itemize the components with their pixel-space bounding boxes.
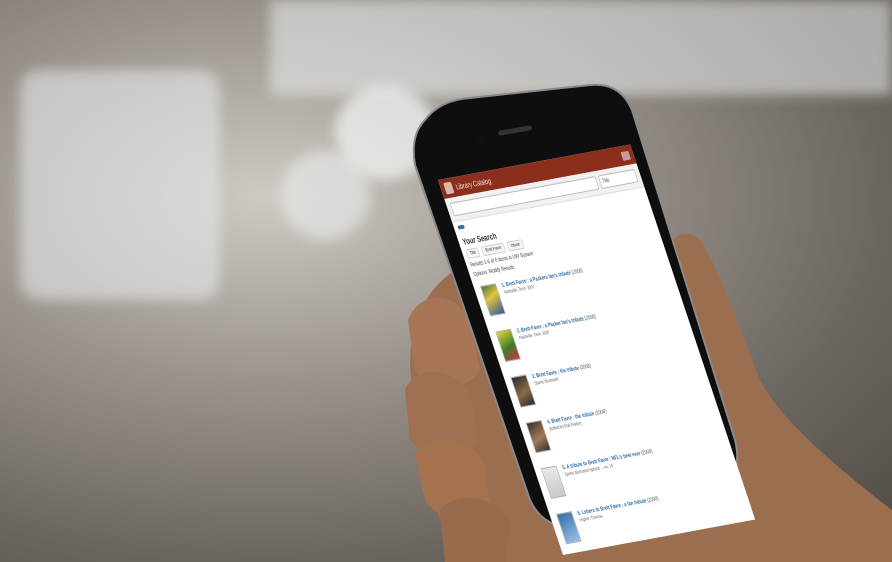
item-year: (2008) (646, 496, 660, 504)
item-year: (2008) (570, 268, 584, 277)
item-year: (2008) (579, 363, 593, 372)
search-tag[interactable]: Title (465, 247, 481, 260)
app-title: Library Catalog (454, 176, 493, 192)
library-logo-icon (443, 181, 455, 195)
phone-body (412, 83, 739, 528)
search-tag[interactable]: Brett Favre (480, 242, 507, 257)
item-year: (2008) (583, 314, 597, 323)
item-year: (2008) (594, 409, 608, 417)
front-camera (478, 136, 485, 143)
search-chip[interactable] (457, 224, 466, 230)
item-year: (2008) (640, 448, 654, 457)
search-tag[interactable]: tribute (506, 239, 525, 252)
search-scope-select[interactable]: Title (597, 168, 639, 189)
menu-icon[interactable] (620, 150, 631, 161)
